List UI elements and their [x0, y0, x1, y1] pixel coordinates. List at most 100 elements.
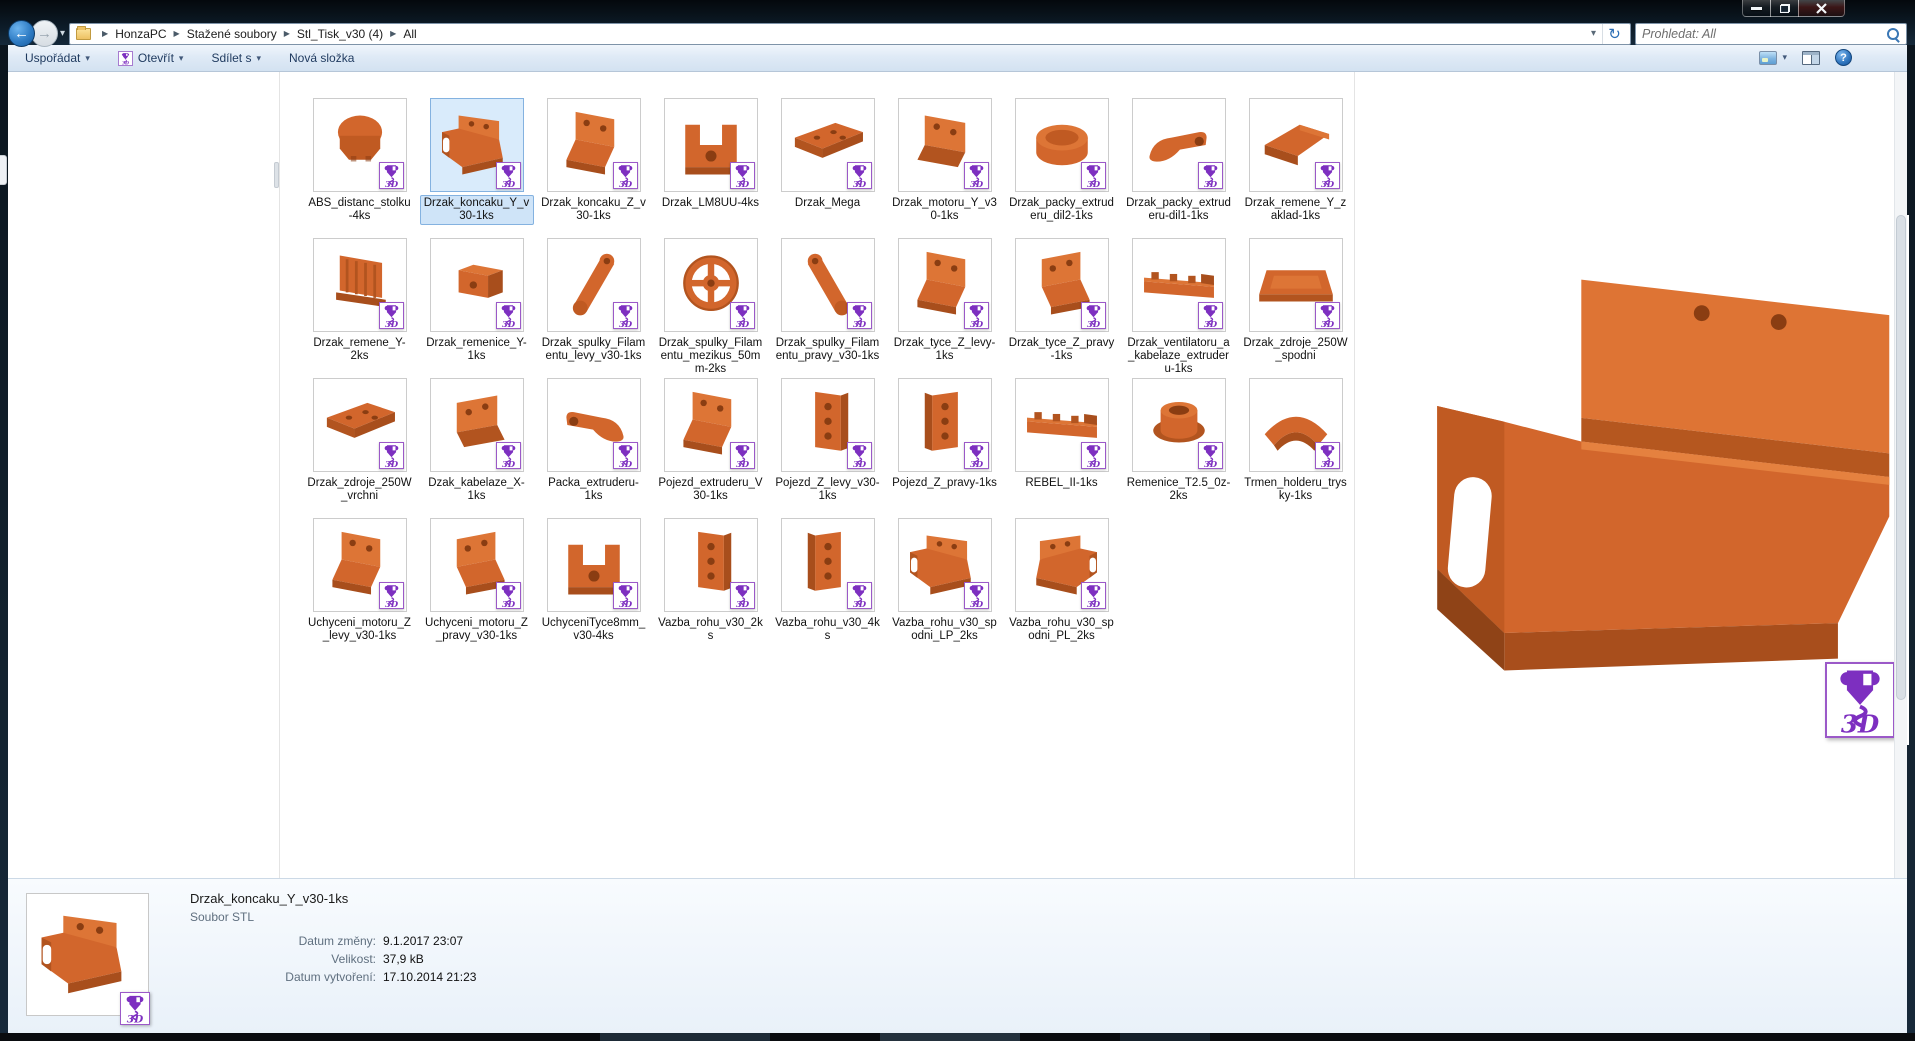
file-item[interactable]: Drzak_LM8UU-4ks [652, 98, 769, 238]
file-thumbnail [547, 518, 641, 612]
file-item[interactable]: Drzak_remene_Y_zaklad-1ks [1237, 98, 1354, 238]
back-button[interactable]: ← [8, 20, 35, 47]
file-name: Trmen_holderu_trysky-1ks [1239, 475, 1353, 505]
address-bar-row: ← → ▾ ▶ HonzaPC ▶ Stažené soubory ▶ Stl_… [8, 21, 1907, 46]
file-item[interactable]: Drzak_remene_Y-2ks [301, 238, 418, 378]
toolbar-button[interactable]: Otevřít ▾ [109, 48, 193, 69]
breadcrumb-item[interactable]: HonzaPC [115, 27, 166, 41]
file-name: Drzak_LM8UU-4ks [658, 195, 763, 212]
close-button[interactable] [1798, 0, 1845, 17]
change-view-button[interactable]: ▾ [1759, 51, 1787, 65]
file-item[interactable]: Vazba_rohu_v30_2ks [652, 518, 769, 658]
taskbar-item-hint [600, 1033, 770, 1041]
file-item[interactable]: Drzak_tyce_Z_levy-1ks [886, 238, 1003, 378]
stl-3d-badge-icon [613, 582, 638, 609]
refresh-button[interactable]: ↻ [1602, 24, 1626, 44]
file-item[interactable]: Drzak_remenice_Y-1ks [418, 238, 535, 378]
file-item[interactable]: Drzak_zdroje_250W_spodni [1237, 238, 1354, 378]
stl-3d-badge-icon [964, 302, 989, 329]
stl-3d-badge-icon [496, 302, 521, 329]
pane-splitter-handle[interactable] [274, 162, 279, 188]
file-item[interactable]: Drzak_koncaku_Z_v30-1ks [535, 98, 652, 238]
stl-3d-badge-icon [1081, 162, 1106, 189]
search-icon [1886, 27, 1900, 41]
file-item[interactable]: Drzak_spulky_Filamentu_levy_v30-1ks [535, 238, 652, 378]
selected-file-title: Drzak_koncaku_Y_v30-1ks [190, 891, 476, 906]
file-thumbnail [898, 98, 992, 192]
file-thumbnail [1015, 518, 1109, 612]
file-thumbnail [664, 238, 758, 332]
breadcrumb-item[interactable]: All [403, 27, 416, 41]
file-item[interactable]: Pojezd_Z_levy_v30-1ks [769, 378, 886, 518]
stl-3d-badge-icon [496, 582, 521, 609]
vertical-scrollbar[interactable] [1894, 72, 1907, 878]
file-name: Drzak_tyce_Z_pravy-1ks [1005, 335, 1119, 365]
file-item[interactable]: Packa_extruderu-1ks [535, 378, 652, 518]
file-item[interactable]: Remenice_T2.5_0z-2ks [1120, 378, 1237, 518]
file-name: Vazba_rohu_v30_2ks [654, 615, 768, 645]
toolbar-button[interactable]: Nová složka [280, 48, 368, 68]
preview-pane-toggle-button[interactable] [1802, 51, 1820, 65]
toolbar-button-label: Uspořádat [25, 51, 80, 65]
address-breadcrumb-box[interactable]: ▶ HonzaPC ▶ Stažené soubory ▶ Stl_Tisk_v… [69, 23, 1631, 45]
file-item[interactable]: Drzak_tyce_Z_pravy-1ks [1003, 238, 1120, 378]
help-button[interactable]: ? [1835, 49, 1852, 66]
file-name: Drzak_remene_Y-2ks [303, 335, 417, 365]
file-item[interactable]: Drzak_packy_extruderu-dil1-1ks [1120, 98, 1237, 238]
help-icon: ? [1840, 52, 1847, 64]
file-item[interactable]: Dzak_kabelaze_X-1ks [418, 378, 535, 518]
minimize-button[interactable] [1742, 0, 1771, 17]
file-name: Drzak_zdroje_250W_spodni [1239, 335, 1353, 365]
file-thumbnail [430, 518, 524, 612]
search-box[interactable] [1635, 23, 1907, 45]
file-name: Drzak_spulky_Filamentu_levy_v30-1ks [537, 335, 651, 365]
file-thumbnail [664, 378, 758, 472]
search-input[interactable] [1642, 27, 1886, 41]
file-item[interactable]: Trmen_holderu_trysky-1ks [1237, 378, 1354, 518]
file-name: Vazba_rohu_v30_spodni_LP_2ks [888, 615, 1002, 645]
file-item[interactable]: REBEL_II-1ks [1003, 378, 1120, 518]
file-item[interactable]: Drzak_spulky_Filamentu_mezikus_50mm-2ks [652, 238, 769, 378]
file-name: Vazba_rohu_v30_4ks [771, 615, 885, 645]
file-item[interactable]: Vazba_rohu_v30_4ks [769, 518, 886, 658]
file-item[interactable]: Drzak_zdroje_250W_vrchni [301, 378, 418, 518]
breadcrumb-item[interactable]: Stažené soubory [187, 27, 277, 41]
toolbar-button[interactable]: Sdílet s ▾ [202, 48, 270, 68]
file-thumbnail [1015, 238, 1109, 332]
file-name: Remenice_T2.5_0z-2ks [1122, 475, 1236, 505]
file-item[interactable]: Vazba_rohu_v30_spodni_LP_2ks [886, 518, 1003, 658]
toolbar-button-label: Otevřít [138, 51, 174, 65]
file-item[interactable]: Pojezd_Z_pravy-1ks [886, 378, 1003, 518]
file-item[interactable]: Drzak_Mega [769, 98, 886, 238]
file-thumbnail [313, 238, 407, 332]
file-item[interactable]: Drzak_motoru_Y_v30-1ks [886, 98, 1003, 238]
forward-button[interactable]: → [31, 20, 58, 47]
address-dropdown-icon[interactable]: ▾ [1585, 28, 1602, 39]
breadcrumb-item[interactable]: Stl_Tisk_v30 (4) [297, 27, 383, 41]
file-name: Drzak_motoru_Y_v30-1ks [888, 195, 1002, 225]
toolbar-button[interactable]: Uspořádat ▾ [16, 48, 99, 68]
window-controls [1743, 0, 1845, 17]
file-item[interactable]: Pojezd_extruderu_V30-1ks [652, 378, 769, 518]
details-pane: Drzak_koncaku_Y_v30-1ks Soubor STL Datum… [8, 878, 1907, 1033]
file-item[interactable]: Drzak_packy_extruderu_dil2-1ks [1003, 98, 1120, 238]
taskbar-edge[interactable] [0, 1033, 1915, 1041]
stl-3d-badge-icon [847, 442, 872, 469]
file-item[interactable]: Drzak_spulky_Filamentu_pravy_v30-1ks [769, 238, 886, 378]
file-item[interactable]: Drzak_koncaku_Y_v30-1ks [418, 98, 535, 238]
taskbar-item-hint [1120, 1033, 1210, 1041]
file-thumbnail [1249, 378, 1343, 472]
scrollbar-thumb[interactable] [1896, 215, 1906, 700]
recent-pages-dropdown[interactable]: ▾ [60, 28, 65, 39]
file-item[interactable]: Uchyceni_motoru_Z_levy_v30-1ks [301, 518, 418, 658]
file-item[interactable]: Uchyceni_motoru_Z_pravy_v30-1ks [418, 518, 535, 658]
collapsed-pane-tab[interactable] [0, 155, 7, 185]
file-item[interactable]: Drzak_ventilatoru_a_kabelaze_extruderu-1… [1120, 238, 1237, 378]
restore-button[interactable] [1770, 0, 1799, 17]
file-thumbnail [313, 378, 407, 472]
file-item[interactable]: UchyceniTyce8mm_v30-4ks [535, 518, 652, 658]
stl-3d-badge-icon [496, 162, 521, 189]
file-thumbnail [547, 378, 641, 472]
file-item[interactable]: Vazba_rohu_v30_spodni_PL_2ks [1003, 518, 1120, 658]
file-item[interactable]: ABS_distanc_stolku-4ks [301, 98, 418, 238]
